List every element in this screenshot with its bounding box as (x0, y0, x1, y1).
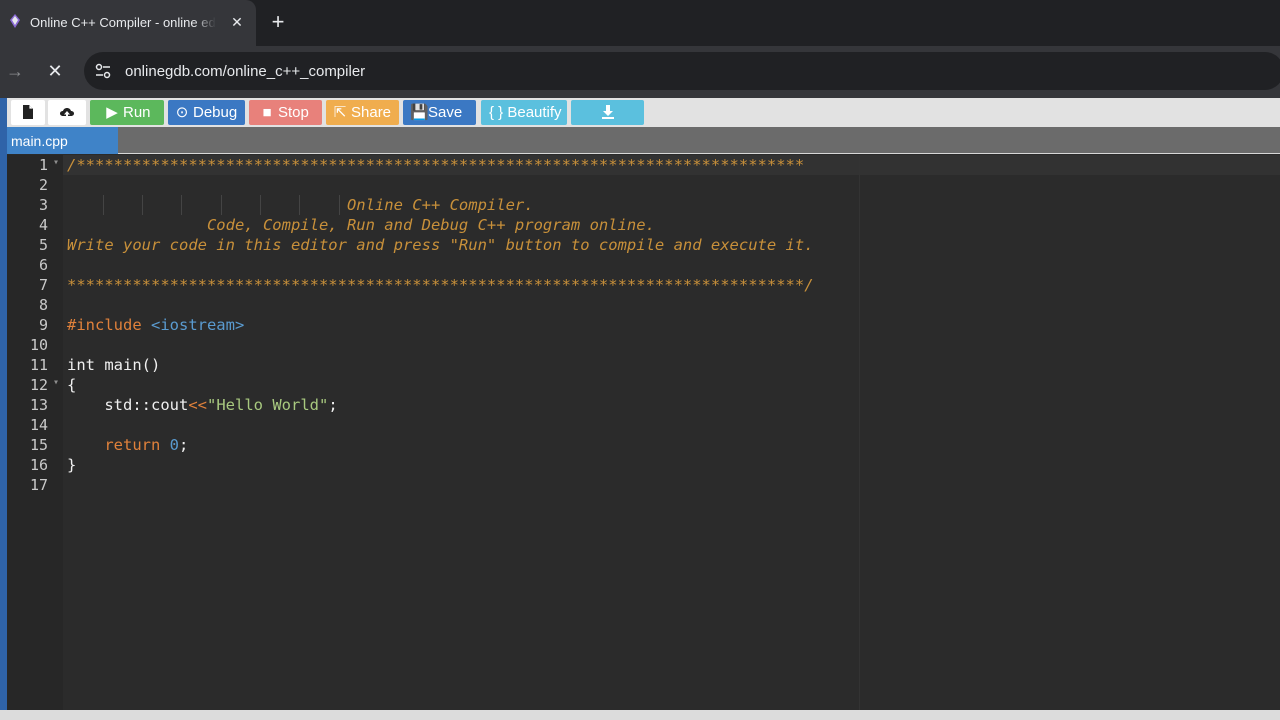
save-icon: 💾 (410, 104, 429, 121)
beautify-label: { } Beautify (489, 104, 562, 121)
line-number: 9 (38, 316, 48, 334)
line-number: 7 (38, 276, 48, 294)
site-settings-icon[interactable] (94, 62, 112, 80)
code-line-11: int main() (67, 356, 161, 374)
forward-icon[interactable]: → (4, 60, 26, 82)
return-keyword: return (67, 436, 161, 454)
cout-token: std::cout (67, 396, 189, 414)
code-line-9: #include <iostream> (67, 315, 244, 335)
line-number: 6 (38, 256, 48, 274)
line-number: 15 (29, 436, 48, 454)
print-margin (859, 155, 860, 710)
line-number: 4 (38, 216, 48, 234)
onlinegdb-favicon-icon (10, 14, 20, 28)
new-tab-button[interactable]: + (266, 10, 290, 34)
line-number: 3 (38, 196, 48, 214)
line-number: 5 (38, 236, 48, 254)
code-editor[interactable]: 1 ▾ 2 3 4 5 6 7 8 9 10 11 12 ▾ 13 14 15 16… (7, 155, 1280, 710)
debug-button[interactable]: ⊙ Debug (168, 100, 245, 125)
file-icon (23, 105, 33, 119)
line-number: 1 ▾ (38, 156, 59, 174)
editor-toolbar: ▶ Run ⊙ Debug ■ Stop ⇱ Share 💾Save { } Beaut… (7, 98, 1280, 127)
browser-tab-strip: Online C++ Compiler - online editor ✕ + (0, 0, 1280, 46)
code-line-13: std::cout<<"Hello World"; (67, 395, 338, 415)
run-label: Run (123, 104, 151, 121)
play-icon: ▶ (106, 104, 118, 121)
url-text: onlinegdb.com/online_c++_compiler (125, 63, 366, 80)
semicolon: ; (328, 396, 338, 414)
include-header: <iostream> (141, 316, 245, 334)
code-text-area[interactable]: /***************************************… (63, 155, 1280, 710)
fold-arrow-icon[interactable]: ▾ (53, 377, 59, 388)
line-number: 11 (29, 356, 48, 374)
file-tabs-bar: main.cpp (7, 127, 1280, 154)
fold-arrow-icon[interactable]: ▾ (53, 157, 59, 168)
string-literal: "Hello World" (207, 396, 329, 414)
new-file-button[interactable] (11, 100, 45, 125)
share-icon: ⇱ (333, 104, 347, 121)
tab-title: Online C++ Compiler - online editor (30, 15, 216, 30)
left-sidebar-edge (0, 98, 7, 720)
stream-operator: << (188, 396, 207, 414)
line-number: 2 (38, 176, 48, 194)
code-line-5: Write your code in this editor and press… (67, 236, 814, 254)
number-literal: 0 (160, 436, 179, 454)
debug-icon: ⊙ (175, 104, 189, 121)
stop-loading-icon[interactable]: ✕ (43, 59, 67, 83)
download-icon (601, 105, 614, 119)
upload-icon (60, 108, 74, 119)
include-directive: #include (67, 316, 142, 334)
share-label: Share (351, 104, 392, 121)
download-button[interactable] (571, 100, 644, 125)
stop-label: Stop (278, 104, 309, 121)
code-line-15: return 0; (67, 435, 188, 455)
save-label: Save (428, 104, 463, 121)
code-line-12: { (67, 376, 77, 394)
line-number: 10 (29, 336, 48, 354)
upload-button[interactable] (48, 100, 86, 125)
share-button[interactable]: ⇱ Share (326, 100, 399, 125)
address-bar[interactable]: onlinegdb.com/online_c++_compiler (84, 52, 1280, 90)
debug-label: Debug (193, 104, 238, 121)
browser-tab[interactable]: Online C++ Compiler - online editor ✕ (0, 0, 256, 46)
line-number: 13 (29, 396, 48, 414)
code-line-7: ****************************************… (67, 276, 814, 294)
line-number: 8 (38, 296, 48, 314)
save-button[interactable]: 💾Save (403, 100, 476, 125)
run-button[interactable]: ▶ Run (90, 100, 164, 125)
onlinegdb-page: ▶ Run ⊙ Debug ■ Stop ⇱ Share 💾Save { } Beaut… (0, 98, 1280, 720)
code-line-3: Online C++ Compiler. (67, 196, 534, 214)
code-line-4: Code, Compile, Run and Debug C++ program… (67, 216, 655, 234)
beautify-button[interactable]: { } Beautify (481, 100, 567, 125)
code-line-1: /***************************************… (67, 156, 805, 174)
semicolon: ; (179, 436, 189, 454)
line-number: 12 ▾ (29, 376, 59, 394)
horizontal-scrollbar[interactable] (0, 710, 1280, 720)
line-number: 14 (29, 416, 48, 434)
stop-icon: ■ (262, 104, 272, 121)
close-tab-icon[interactable]: ✕ (229, 13, 245, 31)
browser-toolbar: → ✕ onlinegdb.com/online_c++_compiler (0, 46, 1280, 98)
stop-button[interactable]: ■ Stop (249, 100, 322, 125)
line-number-gutter: 1 ▾ 2 3 4 5 6 7 8 9 10 11 12 ▾ 13 14 15 16… (7, 155, 63, 710)
line-number: 17 (29, 476, 48, 494)
code-line-16: } (67, 456, 77, 474)
line-number: 16 (29, 456, 48, 474)
file-tab-main-cpp[interactable]: main.cpp (7, 127, 118, 154)
